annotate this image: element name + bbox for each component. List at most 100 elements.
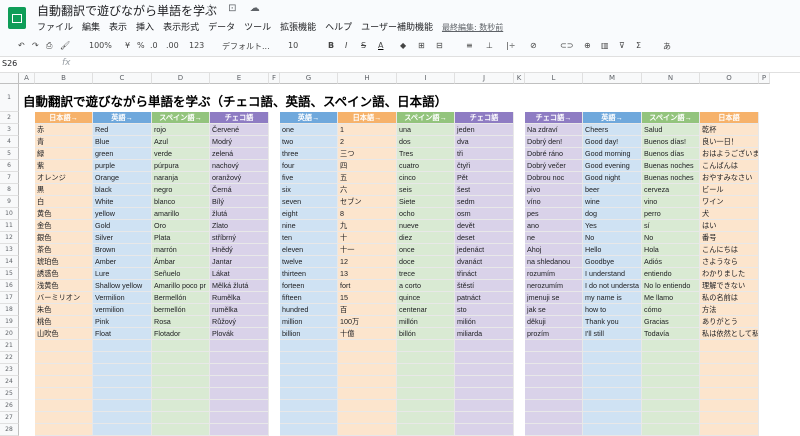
table-cell[interactable]: ocho	[397, 208, 455, 220]
empty-cell[interactable]	[152, 340, 210, 352]
table-cell[interactable]: Good morning	[583, 148, 642, 160]
table-cell[interactable]: pes	[525, 208, 583, 220]
functions-icon[interactable]: Σ	[636, 41, 641, 50]
table-cell[interactable]: 十一	[338, 244, 397, 256]
menu-item[interactable]: ユーザー補助機能	[361, 23, 433, 33]
table-cell[interactable]: 朱色	[35, 304, 93, 316]
empty-cell[interactable]	[210, 376, 269, 388]
row-number[interactable]: 9	[0, 196, 19, 208]
table-cell[interactable]: fifteen	[280, 292, 338, 304]
table-header[interactable]: 英語→	[93, 112, 152, 124]
italic-button[interactable]: I	[345, 41, 347, 50]
table-cell[interactable]: twelve	[280, 256, 338, 268]
table-cell[interactable]: Gracias	[642, 316, 700, 328]
table-cell[interactable]: Float	[93, 328, 152, 340]
table-cell[interactable]: one	[280, 124, 338, 136]
vertical-align-icon[interactable]: ⊥	[486, 41, 493, 50]
table-cell[interactable]: šest	[455, 184, 514, 196]
empty-cell[interactable]	[642, 364, 700, 376]
table-cell[interactable]: devět	[455, 220, 514, 232]
table-cell[interactable]: Good day!	[583, 136, 642, 148]
column-header-f[interactable]: F	[269, 73, 280, 84]
last-edit-link[interactable]: 最終編集: 数秒前	[442, 23, 503, 32]
menu-item[interactable]: ツール	[244, 23, 271, 33]
table-cell[interactable]: wine	[583, 196, 642, 208]
table-cell[interactable]: Yes	[583, 220, 642, 232]
table-cell[interactable]: Pink	[93, 316, 152, 328]
table-cell[interactable]: 銀色	[35, 232, 93, 244]
empty-cell[interactable]	[280, 340, 338, 352]
table-header[interactable]: スペイン語→	[642, 112, 700, 124]
row-number[interactable]: 12	[0, 232, 19, 244]
table-cell[interactable]: Ahoj	[525, 244, 583, 256]
table-cell[interactable]: beer	[583, 184, 642, 196]
row-number[interactable]: 10	[0, 208, 19, 220]
table-cell[interactable]: třináct	[455, 268, 514, 280]
empty-cell[interactable]	[210, 388, 269, 400]
empty-cell[interactable]	[583, 412, 642, 424]
table-cell[interactable]: jedenáct	[455, 244, 514, 256]
table-cell[interactable]: una	[397, 124, 455, 136]
empty-cell[interactable]	[642, 412, 700, 424]
empty-cell[interactable]	[700, 376, 759, 388]
table-cell[interactable]: trece	[397, 268, 455, 280]
table-cell[interactable]: cinco	[397, 172, 455, 184]
column-header-p[interactable]: P	[759, 73, 770, 84]
table-cell[interactable]: Vermilion	[93, 292, 152, 304]
insert-chart-icon[interactable]: ▥	[601, 41, 609, 50]
empty-cell[interactable]	[525, 364, 583, 376]
empty-cell[interactable]	[525, 352, 583, 364]
table-cell[interactable]: Thank you	[583, 316, 642, 328]
empty-cell[interactable]	[152, 412, 210, 424]
empty-cell[interactable]	[280, 352, 338, 364]
table-cell[interactable]: Ámbar	[152, 256, 210, 268]
empty-cell[interactable]	[397, 352, 455, 364]
table-cell[interactable]: 琥珀色	[35, 256, 93, 268]
menu-item[interactable]: ファイル	[37, 23, 73, 33]
row-number[interactable]: 26	[0, 400, 19, 412]
empty-cell[interactable]	[700, 352, 759, 364]
star-move-cloud-icons[interactable]: ☆ ⊡ ☁	[206, 3, 265, 14]
table-cell[interactable]: Červené	[210, 124, 269, 136]
table-cell[interactable]: Dobrý večer	[525, 160, 583, 172]
empty-cell[interactable]	[338, 364, 397, 376]
table-cell[interactable]: billion	[280, 328, 338, 340]
table-cell[interactable]: 1	[338, 124, 397, 136]
insert-link-icon[interactable]: ⊂⊃	[560, 41, 573, 50]
column-header-e[interactable]: E	[210, 73, 269, 84]
table-cell[interactable]: 良い一日！	[700, 136, 759, 148]
row-number[interactable]: 7	[0, 172, 19, 184]
table-cell[interactable]: centenar	[397, 304, 455, 316]
column-header-n[interactable]: N	[642, 73, 700, 84]
table-cell[interactable]: ビール	[700, 184, 759, 196]
table-cell[interactable]: cuatro	[397, 160, 455, 172]
empty-cell[interactable]	[35, 388, 93, 400]
empty-cell[interactable]	[210, 400, 269, 412]
table-cell[interactable]: víno	[525, 196, 583, 208]
table-cell[interactable]: 白	[35, 196, 93, 208]
table-cell[interactable]: Modrý	[210, 136, 269, 148]
table-cell[interactable]: jak se	[525, 304, 583, 316]
table-cell[interactable]: Jantar	[210, 256, 269, 268]
paint-format-icon[interactable]: 🖌	[60, 41, 70, 50]
table-cell[interactable]: Dobrou noc	[525, 172, 583, 184]
empty-cell[interactable]	[152, 376, 210, 388]
table-cell[interactable]: rozumím	[525, 268, 583, 280]
row-number[interactable]: 18	[0, 304, 19, 316]
empty-cell[interactable]	[93, 340, 152, 352]
table-cell[interactable]: tři	[455, 148, 514, 160]
table-cell[interactable]: žlutá	[210, 208, 269, 220]
empty-cell[interactable]	[338, 388, 397, 400]
table-cell[interactable]: negro	[152, 184, 210, 196]
table-cell[interactable]: Plovák	[210, 328, 269, 340]
table-header[interactable]: 日本語→	[338, 112, 397, 124]
empty-cell[interactable]	[525, 412, 583, 424]
table-cell[interactable]: 私の名前は	[700, 292, 759, 304]
row-number[interactable]: 24	[0, 376, 19, 388]
table-cell[interactable]: 十	[338, 232, 397, 244]
empty-cell[interactable]	[280, 388, 338, 400]
empty-cell[interactable]	[280, 400, 338, 412]
table-cell[interactable]: fort	[338, 280, 397, 292]
table-header[interactable]: スペイン語→	[152, 112, 210, 124]
empty-cell[interactable]	[93, 388, 152, 400]
